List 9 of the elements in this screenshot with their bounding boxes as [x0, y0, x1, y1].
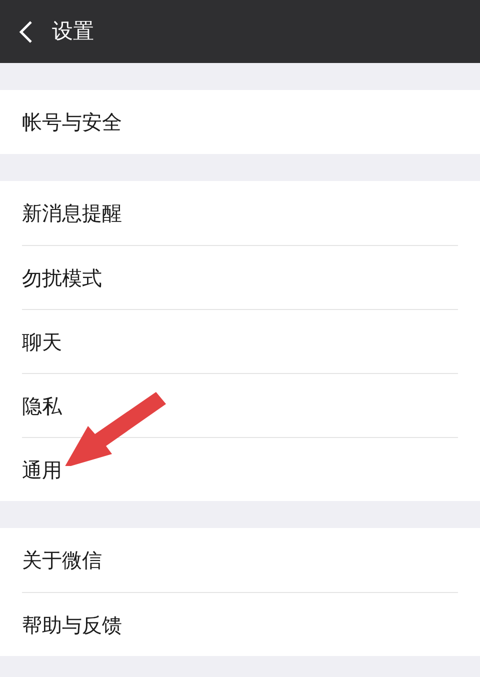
settings-item[interactable]: 聊天 — [22, 326, 62, 356]
settings-item[interactable]: 新消息提醒 — [22, 198, 122, 228]
settings-item[interactable]: 通用 — [22, 454, 62, 484]
page-title: 设置 — [52, 18, 94, 45]
settings-item[interactable]: 勿扰模式 — [22, 262, 102, 292]
settings-item[interactable]: 关于微信 — [22, 545, 102, 575]
settings-item[interactable]: 帐号与安全 — [22, 107, 122, 137]
settings-item[interactable]: 帮助与反馈 — [22, 610, 122, 640]
settings-item[interactable]: 隐私 — [22, 390, 62, 420]
